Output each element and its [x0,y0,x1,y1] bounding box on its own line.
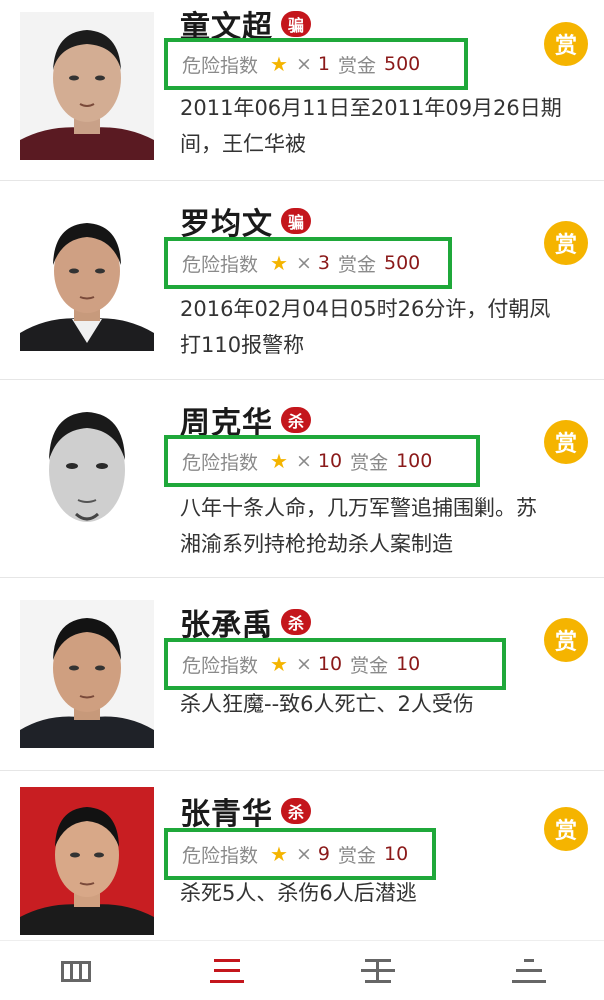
reward-amount: 10 [383,843,409,865]
danger-index-box: 危险指数 ★ × 9 赏金 10 [164,828,436,880]
bottom-tab-bar [0,940,604,1000]
list-item[interactable]: 罗均文 骗 危险指数 ★ × 3 赏金 500 2016年02月04日05时26… [0,181,604,380]
times-sign: × [295,843,312,865]
crime-type-badge: 杀 [281,407,311,433]
star-icon: ★ [270,52,288,76]
crime-type-badge: 骗 [281,208,311,234]
reward-label: 赏金 [350,654,389,677]
crime-type-badge: 杀 [281,609,311,635]
star-icon: ★ [270,449,288,473]
description-line: 2016年02月04日05时26分许，付朝凤 [180,297,551,321]
danger-level: 10 [317,653,343,675]
list-item[interactable]: 张承禹 杀 危险指数 ★ × 10 赏金 10 杀人狂魔--致6人死亡、2人受伤… [0,578,604,771]
reward-amount: 500 [383,53,421,75]
danger-index-box: 危险指数 ★ × 1 赏金 500 [164,38,468,90]
reward-amount: 10 [396,653,421,675]
suspect-name: 张青华 [180,797,273,832]
reward-icon[interactable]: 赏 [544,807,588,851]
wanted-list: 童文超 骗 危险指数 ★ × 1 赏金 500 2011年06月11日至2011… [0,0,604,944]
crime-type-badge: 骗 [281,11,311,37]
star-icon: ★ [270,652,288,676]
danger-level: 1 [317,53,330,75]
danger-index-label: 危险指数 [182,253,259,276]
list-icon [209,958,244,983]
reward-label: 赏金 [337,54,376,77]
list-item[interactable]: 周克华 杀 危险指数 ★ × 10 赏金 100 八年十条人命，几万军警追捕围剿… [0,380,604,578]
danger-level: 10 [317,450,343,472]
crime-type-badge: 杀 [281,798,311,824]
case-description: 杀死5人、杀伤6人后潜逃 [180,875,600,911]
list-item[interactable]: 童文超 骗 危险指数 ★ × 1 赏金 500 2011年06月11日至2011… [0,0,604,181]
reward-icon[interactable]: 赏 [544,420,588,464]
reward-label: 赏金 [350,451,389,474]
danger-index-box: 危险指数 ★ × 10 赏金 10 [164,638,506,690]
suspect-photo [20,12,154,160]
danger-level: 9 [317,843,330,865]
description-line: 间，王仁华被 [180,132,306,156]
reward-amount: 100 [396,450,433,472]
times-sign: × [295,653,312,675]
split-icon [360,958,395,983]
suspect-photo [20,600,154,748]
description-line: 2011年06月11日至2011年09月26日期 [180,96,562,120]
case-description: 2016年02月04日05时26分许，付朝凤 打110报警称 [180,291,600,363]
tab-menu[interactable] [499,947,559,995]
tab-split[interactable] [348,947,408,995]
reward-icon[interactable]: 赏 [544,221,588,265]
case-description: 八年十条人命，几万军警追捕围剿。苏 湘渝系列持枪抢劫杀人案制造 [180,490,600,562]
times-sign: × [295,450,312,472]
danger-index-label: 危险指数 [182,54,259,77]
description-line: 杀人狂魔--致6人死亡、2人受伤 [180,692,474,716]
danger-level: 3 [317,252,330,274]
case-description: 杀人狂魔--致6人死亡、2人受伤 [180,686,600,722]
star-icon: ★ [270,251,288,275]
danger-index-box: 危险指数 ★ × 10 赏金 100 [164,435,480,487]
case-description: 2011年06月11日至2011年09月26日期 间，王仁华被 [180,90,600,162]
tab-home[interactable] [46,947,106,995]
tab-list[interactable] [197,947,257,995]
suspect-photo [20,203,154,351]
description-line: 湘渝系列持枪抢劫杀人案制造 [180,532,453,556]
suspect-photo [20,787,154,935]
danger-index-box: 危险指数 ★ × 3 赏金 500 [164,237,452,289]
reward-label: 赏金 [337,844,376,867]
reward-icon[interactable]: 赏 [544,618,588,662]
menu-icon [511,958,546,983]
description-line: 打110报警称 [180,333,305,357]
times-sign: × [295,53,312,75]
danger-index-label: 危险指数 [182,451,259,474]
danger-index-label: 危险指数 [182,844,259,867]
description-line: 八年十条人命，几万军警追捕围剿。苏 [180,496,537,520]
reward-icon[interactable]: 赏 [544,22,588,66]
reward-amount: 500 [383,252,421,274]
name-row: 张青华 杀 [180,789,311,833]
suspect-photo [20,400,154,548]
grid-icon [60,960,91,982]
star-icon: ★ [270,842,288,866]
danger-index-label: 危险指数 [182,654,259,677]
description-line: 杀死5人、杀伤6人后潜逃 [180,881,417,905]
list-item[interactable]: 张青华 杀 危险指数 ★ × 9 赏金 10 杀死5人、杀伤6人后潜逃 赏 [0,771,604,944]
reward-label: 赏金 [337,253,376,276]
times-sign: × [295,252,312,274]
